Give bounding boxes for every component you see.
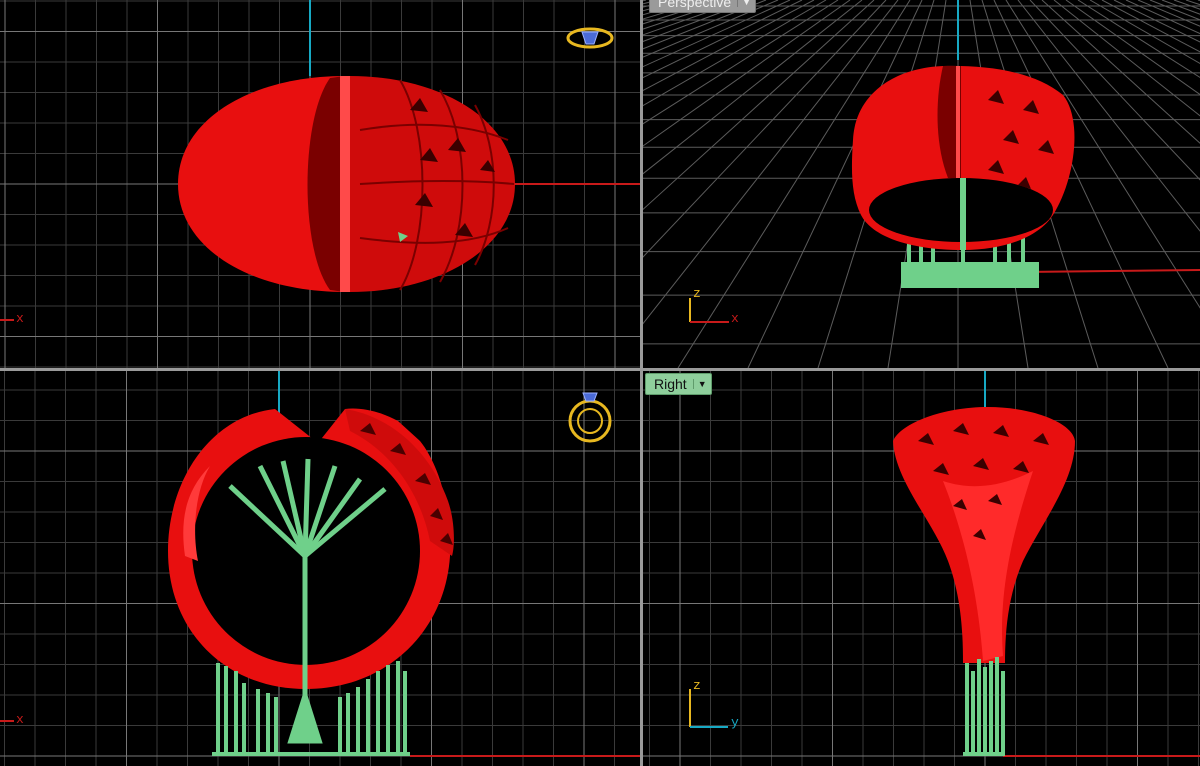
ring-model-right[interactable] [893, 407, 1075, 663]
front-viewport-canvas[interactable] [0, 371, 640, 766]
supports-right[interactable] [963, 657, 1005, 756]
viewport-splitter-vertical[interactable] [640, 0, 643, 766]
right-viewport-canvas[interactable] [643, 371, 1200, 766]
z-axis-label: z [693, 678, 701, 693]
ring-model-perspective[interactable] [851, 65, 1075, 250]
viewport-splitter-horizontal[interactable] [0, 368, 1200, 371]
y-axis-label: y [731, 715, 739, 730]
right-viewport[interactable]: Right ▼ z y [643, 371, 1200, 766]
front-viewport[interactable]: x [0, 371, 640, 766]
viewport-label-text: Perspective [658, 0, 732, 10]
x-axis-label: x [731, 311, 739, 326]
ring-gizmo-icon[interactable] [568, 392, 612, 443]
chevron-down-icon[interactable]: ▼ [692, 379, 707, 389]
world-x-axis [1022, 269, 1200, 273]
x-axis-label: x [16, 311, 24, 326]
viewport-label-perspective[interactable]: Perspective ▼ [649, 0, 757, 13]
top-viewport-canvas[interactable] [0, 0, 640, 368]
chevron-down-icon[interactable]: ▼ [737, 0, 752, 7]
viewport-label-text: Right [654, 376, 687, 392]
z-axis-label: z [693, 286, 701, 301]
perspective-viewport-canvas[interactable] [643, 0, 1200, 368]
ring-model-top[interactable] [178, 76, 515, 292]
perspective-viewport[interactable]: Perspective ▼ z x [643, 0, 1200, 368]
viewport-label-right[interactable]: Right ▼ [645, 373, 712, 395]
x-axis-label: x [16, 712, 24, 727]
ring-gizmo-icon[interactable] [566, 27, 614, 49]
top-viewport[interactable]: x [0, 0, 640, 368]
